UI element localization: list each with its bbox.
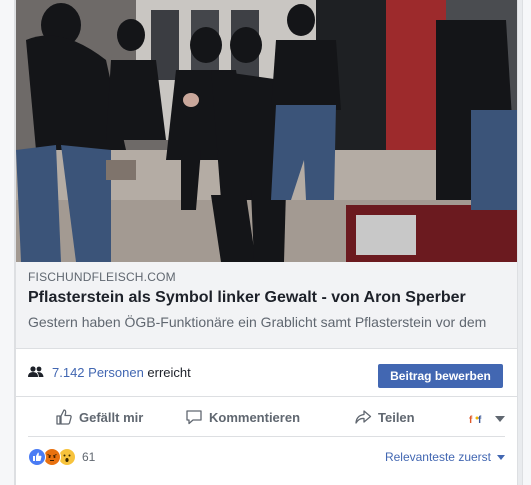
svg-text:f: f [469, 415, 473, 426]
like-button[interactable]: Gefällt mir [55, 407, 143, 427]
protest-photo [16, 0, 517, 262]
comment-sort-dropdown[interactable]: Relevanteste zuerst [385, 450, 505, 464]
audience-selector[interactable]: f f [469, 409, 505, 429]
share-button[interactable]: Teilen [354, 407, 415, 427]
post-card: FISCHUNDFLEISCH.COM Pflasterstein als Sy… [15, 0, 518, 485]
link-description: Gestern haben ÖGB-Funktionäre ein Grabli… [28, 314, 487, 330]
reach-suffix: erreicht [143, 365, 191, 380]
reach-row: 7.142 Personen erreicht Beitrag bewerben [16, 349, 517, 397]
link-preview-image[interactable] [16, 0, 517, 262]
thumbs-up-icon [56, 409, 72, 425]
sort-label: Relevanteste zuerst [384, 450, 491, 464]
right-page-edge [522, 0, 531, 485]
like-label: Gefällt mir [79, 409, 144, 425]
reach-count-link[interactable]: 7.142 Personen [52, 365, 144, 380]
reactions-row: 61 Relevanteste zuerst [28, 437, 505, 477]
comment-button[interactable]: Kommentieren [185, 407, 300, 427]
people-icon [28, 366, 44, 377]
svg-text:f: f [478, 415, 482, 426]
link-domain: FISCHUNDFLEISCH.COM [28, 270, 176, 284]
post-actions: Gefällt mir Kommentieren Teilen f f [28, 397, 505, 437]
like-reaction-icon [28, 448, 46, 466]
reaction-count[interactable]: 61 [82, 450, 95, 464]
share-arrow-icon [355, 410, 372, 424]
comment-label: Kommentieren [209, 409, 301, 425]
page-avatar-icon: f f [469, 415, 482, 426]
comment-icon [186, 410, 202, 425]
caret-down-icon [497, 454, 505, 460]
share-label: Teilen [378, 409, 415, 425]
promote-post-button[interactable]: Beitrag bewerben [378, 364, 503, 388]
chevron-down-icon [495, 416, 505, 422]
left-page-edge [0, 0, 15, 485]
link-title[interactable]: Pflasterstein als Symbol linker Gewalt -… [28, 289, 508, 307]
reach-text: 7.142 Personen erreicht [52, 365, 191, 380]
reaction-summary[interactable]: 61 [28, 448, 95, 466]
link-preview[interactable]: FISCHUNDFLEISCH.COM Pflasterstein als Sy… [16, 262, 517, 349]
